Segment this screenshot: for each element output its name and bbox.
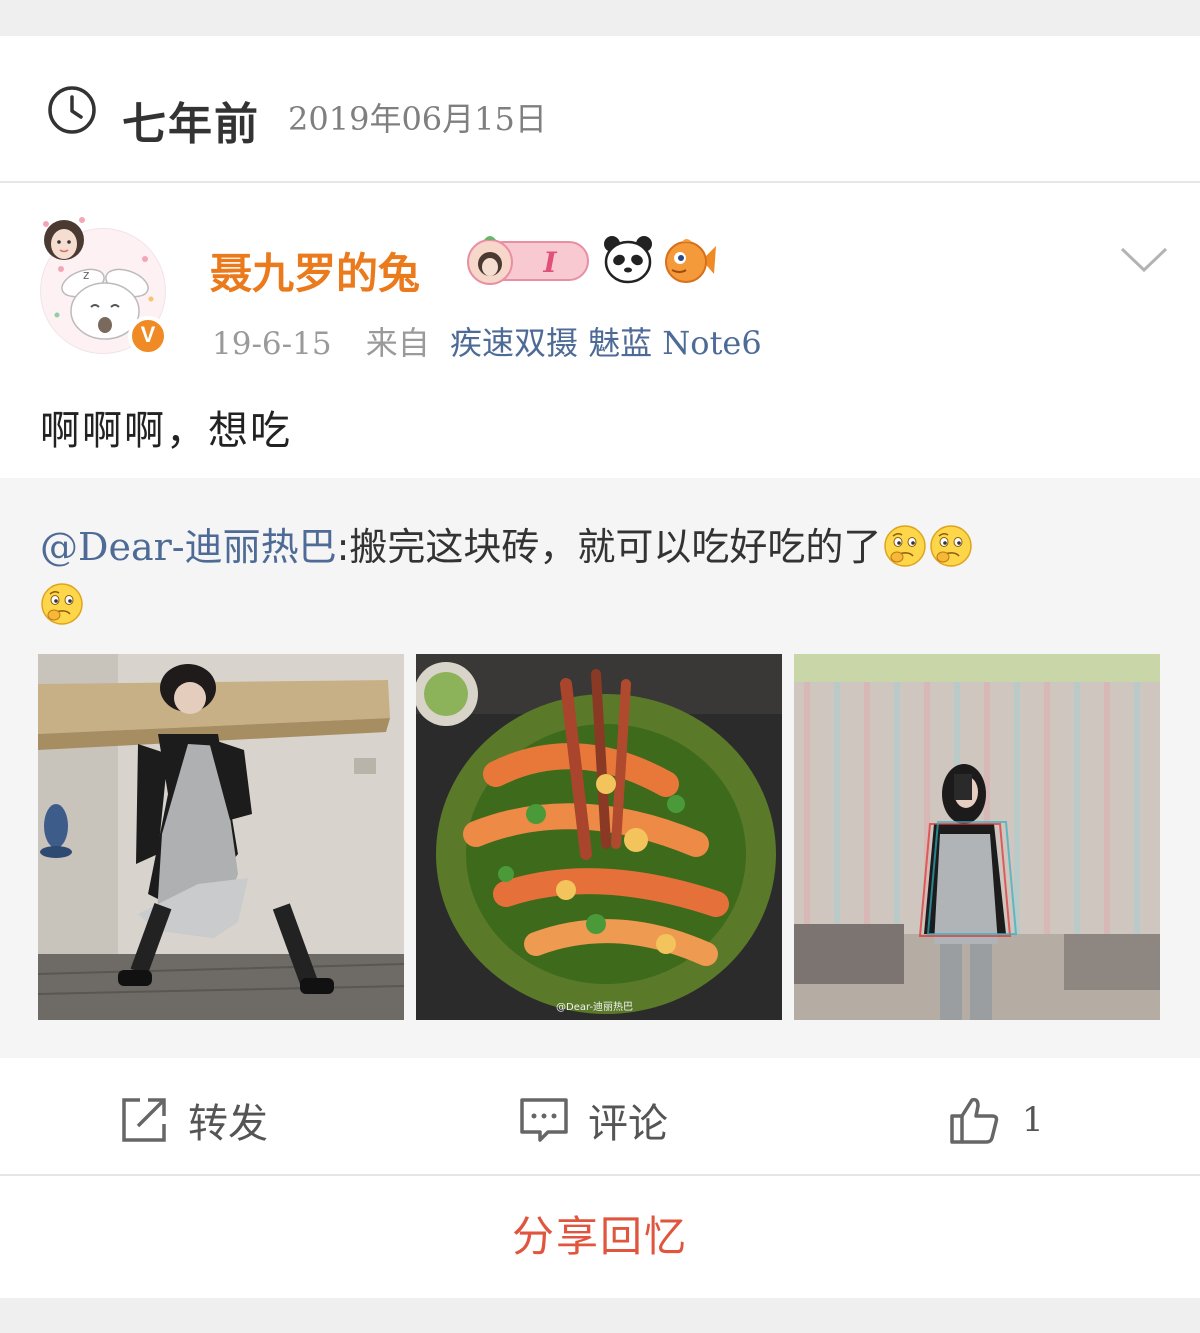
- photo-mirror-selfie: [794, 654, 1160, 1020]
- fish-icon: [665, 239, 716, 283]
- clock-icon: [48, 86, 96, 134]
- retweet-text-wrapper: @Dear-迪丽热巴:搬完这块砖，就可以吃好吃的了: [40, 518, 1170, 634]
- memory-date: 2019年06月15日: [288, 100, 547, 138]
- action-bar: 转发 评论 1: [0, 1058, 1200, 1176]
- share-memory-button[interactable]: 分享回忆: [0, 1176, 1200, 1298]
- panda-icon: [604, 236, 652, 284]
- member-level-badge[interactable]: I: [462, 232, 592, 288]
- post-source-model: Note6: [662, 324, 762, 362]
- post-source-app: 疾速双摄 魅蓝: [449, 324, 653, 362]
- verified-badge: V: [128, 316, 168, 356]
- retweet-block[interactable]: @Dear-迪丽热巴:搬完这块砖，就可以吃好吃的了 @Dear-迪丽热巴: [0, 478, 1200, 1058]
- share-out-icon: [122, 1098, 166, 1142]
- chevron-down-icon[interactable]: [1120, 246, 1168, 274]
- comment-label: 评论: [588, 1101, 668, 1147]
- divider: [0, 181, 1200, 183]
- comment-button[interactable]: 评论: [518, 1092, 668, 1148]
- retweet-photo-2[interactable]: @Dear-迪丽热巴: [416, 654, 782, 1020]
- memory-title: 七年前: [122, 99, 260, 150]
- retweet-mention[interactable]: @Dear-迪丽热巴: [40, 525, 337, 569]
- thinking-face-emoji: [930, 525, 973, 567]
- photo-grilled-prawns: @Dear-迪丽热巴: [416, 654, 782, 1020]
- like-button[interactable]: 1: [948, 1092, 1044, 1148]
- like-count: 1: [1022, 1100, 1044, 1140]
- post-meta: 19-6-15 来自 疾速双摄 魅蓝 Note6: [212, 318, 762, 364]
- post-time: 19-6-15: [212, 326, 332, 362]
- photo-watermark: @Dear-迪丽热巴: [556, 1000, 633, 1013]
- top-spacer: [0, 0, 1200, 36]
- repost-button[interactable]: 转发: [118, 1092, 268, 1148]
- repost-label: 转发: [188, 1101, 268, 1147]
- photo-carrying-board: [38, 654, 404, 1020]
- comment-bubble-icon: [520, 1098, 568, 1142]
- memory-card: 七年前 2019年06月15日 z V 聂九罗的兔 I 19-6-15 来自 疾…: [0, 36, 1200, 1298]
- thumbs-up-icon: [950, 1097, 999, 1144]
- svg-text:z: z: [83, 268, 89, 282]
- retweet-text: :搬完这块砖，就可以吃好吃的了: [336, 525, 882, 569]
- bottom-spacer: [0, 1298, 1200, 1333]
- member-level: I: [542, 246, 557, 279]
- thinking-face-emoji: [884, 525, 927, 567]
- thinking-face-emoji: [41, 583, 83, 625]
- memory-header: 七年前 2019年06月15日: [0, 36, 1200, 181]
- post-source[interactable]: 疾速双摄 魅蓝 Note6: [450, 324, 762, 362]
- avatar-girl-sticker: [43, 217, 85, 260]
- retweet-photo-3[interactable]: [794, 654, 1160, 1020]
- username[interactable]: 聂九罗的兔: [210, 240, 420, 301]
- post-from-label: 来自: [365, 324, 430, 362]
- post-text[interactable]: 啊啊啊，想吃: [40, 398, 292, 456]
- retweet-photo-1[interactable]: [38, 654, 404, 1020]
